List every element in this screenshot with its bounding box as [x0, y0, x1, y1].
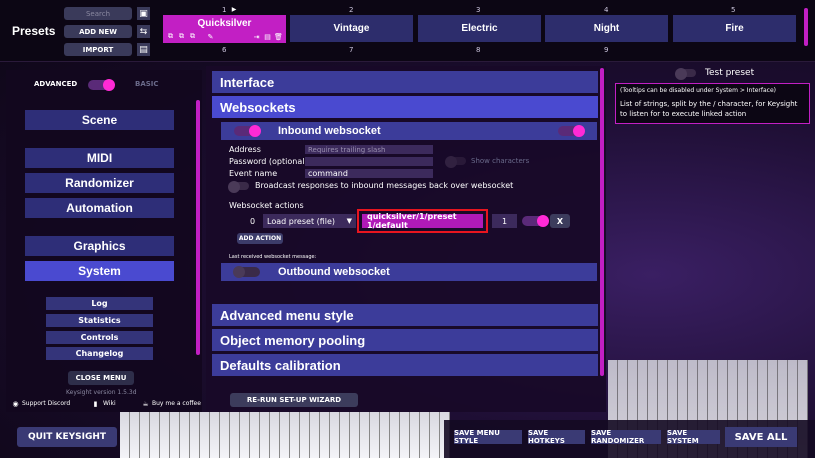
- websocket-actions-label: Websocket actions: [229, 201, 304, 210]
- sidebar-item-midi[interactable]: MIDI: [25, 148, 174, 168]
- inbound-enable-toggle[interactable]: [234, 125, 261, 137]
- chevron-down-icon: ▼: [346, 217, 352, 225]
- presets-label: Presets: [12, 24, 56, 38]
- preset-num-8: 8: [476, 46, 481, 54]
- password-label: Password (optional): [229, 157, 308, 166]
- preset-num-1: 1: [222, 6, 227, 14]
- sidebar-item-system[interactable]: System: [25, 261, 174, 281]
- preset-electric[interactable]: Electric: [418, 15, 541, 42]
- advanced-label: ADVANCED: [34, 80, 78, 88]
- inbound-websocket-title: Inbound websocket: [278, 125, 381, 137]
- preset-num-4: 4: [604, 6, 609, 14]
- section-websockets[interactable]: Websockets: [212, 96, 598, 118]
- save-system-button[interactable]: SAVE SYSTEM: [667, 429, 720, 445]
- save-disk-icon[interactable]: ▤: [137, 43, 150, 56]
- preset-num-7: 7: [349, 46, 354, 54]
- version-label: Keysight version 1.5.3d: [66, 389, 137, 396]
- show-characters-toggle[interactable]: [445, 156, 466, 168]
- section-interface[interactable]: Interface: [212, 71, 598, 93]
- trash-icon[interactable]: 🗑: [274, 32, 283, 41]
- preset-fire[interactable]: Fire: [673, 15, 796, 42]
- swap-icon[interactable]: ⇆: [137, 25, 150, 38]
- sidebar-sub-controls[interactable]: Controls: [46, 331, 153, 344]
- broadcast-label: Broadcast responses to inbound messages …: [255, 181, 514, 190]
- preset-num-3: 3: [476, 6, 481, 14]
- rerun-setup-wizard-button[interactable]: RE-RUN SET-UP WIZARD: [230, 393, 358, 407]
- action-type-value: Load preset (file): [267, 216, 336, 226]
- add-new-button[interactable]: ADD NEW: [64, 25, 132, 38]
- action-count-input[interactable]: 1: [492, 214, 517, 228]
- quit-keysight-button[interactable]: QUIT KEYSIGHT: [17, 427, 117, 447]
- sidebar-item-graphics[interactable]: Graphics: [25, 236, 174, 256]
- basic-label: BASIC: [135, 80, 159, 88]
- address-input[interactable]: Requires trailing slash: [305, 145, 433, 154]
- save-all-button[interactable]: SAVE ALL: [725, 427, 797, 447]
- action-value-text: quicksilver/1/preset 1/default: [367, 212, 457, 230]
- presets-scrollbar[interactable]: [804, 8, 808, 46]
- preset-vintage[interactable]: Vintage: [290, 15, 413, 42]
- play-icon: ▶: [231, 5, 237, 13]
- wiki-link[interactable]: Wiki: [103, 400, 116, 407]
- coffee-icon[interactable]: ☕: [141, 399, 150, 408]
- sidebar-item-automation[interactable]: Automation: [25, 198, 174, 218]
- preset-night[interactable]: Night: [545, 15, 668, 42]
- action-index: 0: [250, 217, 256, 226]
- section-object-memory-pooling[interactable]: Object memory pooling: [212, 329, 598, 351]
- tooltip-box: (Tooltips can be disabled under System >…: [615, 83, 810, 124]
- main-scrollbar[interactable]: [600, 68, 604, 376]
- advanced-basic-toggle[interactable]: [88, 79, 115, 91]
- tooltip-title: (Tooltips can be disabled under System >…: [620, 87, 777, 94]
- discord-icon[interactable]: ◉: [11, 399, 20, 408]
- preset-name: Quicksilver: [197, 18, 252, 29]
- action-enable-toggle[interactable]: [522, 215, 549, 227]
- sidebar-item-scene[interactable]: Scene: [25, 110, 174, 130]
- add-action-button[interactable]: ADD ACTION: [237, 233, 283, 244]
- sidebar-scrollbar[interactable]: [196, 100, 200, 355]
- tooltip-body: List of strings, split by the / characte…: [620, 100, 798, 118]
- inbound-collapse-toggle[interactable]: [558, 125, 585, 137]
- folder-icon[interactable]: ▣: [137, 7, 150, 20]
- preset-num-5: 5: [731, 6, 736, 14]
- address-label: Address: [229, 145, 261, 154]
- test-preset-label: Test preset: [705, 68, 755, 78]
- sidebar-sub-log[interactable]: Log: [46, 297, 153, 310]
- search-input[interactable]: Search: [64, 7, 132, 20]
- action-type-dropdown[interactable]: Load preset (file) ▼: [263, 214, 356, 228]
- remove-action-button[interactable]: X: [550, 214, 570, 228]
- support-discord-link[interactable]: Support Discord: [22, 400, 70, 407]
- section-defaults-calibration[interactable]: Defaults calibration: [212, 354, 598, 376]
- action-value-input[interactable]: quicksilver/1/preset 1/default: [362, 212, 483, 230]
- piano-keys-bottom: [120, 412, 450, 458]
- sidebar-sub-changelog[interactable]: Changelog: [46, 347, 153, 360]
- save-hotkeys-button[interactable]: SAVE HOTKEYS: [528, 429, 585, 445]
- export-icon[interactable]: ⇥: [252, 32, 261, 41]
- last-received-label: Last received websocket message:: [229, 254, 317, 260]
- section-advanced-menu-style[interactable]: Advanced menu style: [212, 304, 598, 326]
- test-preset-toggle[interactable]: [675, 68, 696, 80]
- import-button[interactable]: IMPORT: [64, 43, 132, 56]
- wiki-icon[interactable]: ▮: [91, 399, 100, 408]
- preset-num-2: 2: [349, 6, 354, 14]
- preset-num-6: 6: [222, 46, 227, 54]
- save-randomizer-button[interactable]: SAVE RANDOMIZER: [591, 429, 661, 445]
- save-menu-style-button[interactable]: SAVE MENU STYLE: [454, 429, 522, 445]
- broadcast-toggle[interactable]: [228, 181, 249, 193]
- save-icon[interactable]: ▤: [263, 32, 272, 41]
- sidebar-sub-statistics[interactable]: Statistics: [46, 314, 153, 327]
- sidebar-item-randomizer[interactable]: Randomizer: [25, 173, 174, 193]
- copy-icon[interactable]: ⧉: [188, 32, 197, 41]
- copy-icon[interactable]: ⧉: [177, 32, 186, 41]
- edit-icon[interactable]: ✎: [206, 32, 215, 41]
- show-characters-label: Show characters: [471, 157, 530, 165]
- event-name-input[interactable]: command: [305, 169, 433, 178]
- copy-icon[interactable]: ⧉: [166, 32, 175, 41]
- outbound-enable-toggle[interactable]: [233, 266, 260, 278]
- event-name-label: Event name: [229, 169, 278, 178]
- buy-coffee-link[interactable]: Buy me a coffee: [152, 400, 201, 407]
- password-input[interactable]: [305, 157, 433, 166]
- close-menu-button[interactable]: CLOSE MENU: [68, 371, 134, 385]
- preset-num-9: 9: [604, 46, 609, 54]
- outbound-websocket-title: Outbound websocket: [278, 266, 390, 278]
